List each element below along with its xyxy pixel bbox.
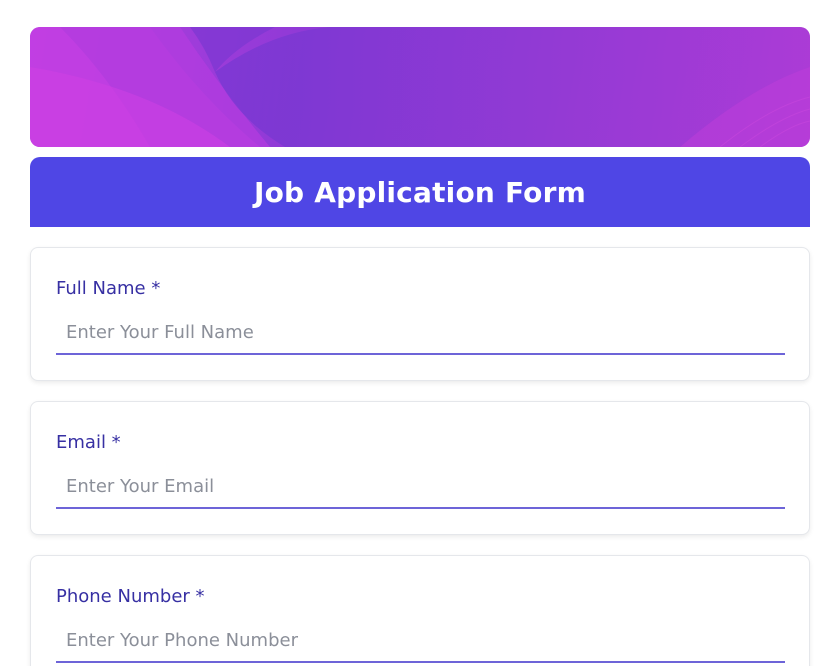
phone-number-input[interactable] [56, 620, 785, 663]
phone-number-label: Phone Number * [56, 586, 205, 607]
full-name-card: Full Name * [30, 247, 810, 381]
job-application-page: Job Application Form Full Name * Email *… [0, 0, 838, 666]
header-banner-image [30, 27, 810, 147]
email-input[interactable] [56, 466, 785, 509]
form-title: Job Application Form [253, 175, 586, 209]
email-label: Email * [56, 432, 121, 453]
full-name-label: Full Name * [56, 278, 161, 299]
banner-wave-graphic [30, 27, 810, 147]
email-card: Email * [30, 401, 810, 535]
full-name-input[interactable] [56, 312, 785, 355]
phone-number-card: Phone Number * [30, 555, 810, 666]
form-title-bar: Job Application Form [30, 157, 810, 227]
